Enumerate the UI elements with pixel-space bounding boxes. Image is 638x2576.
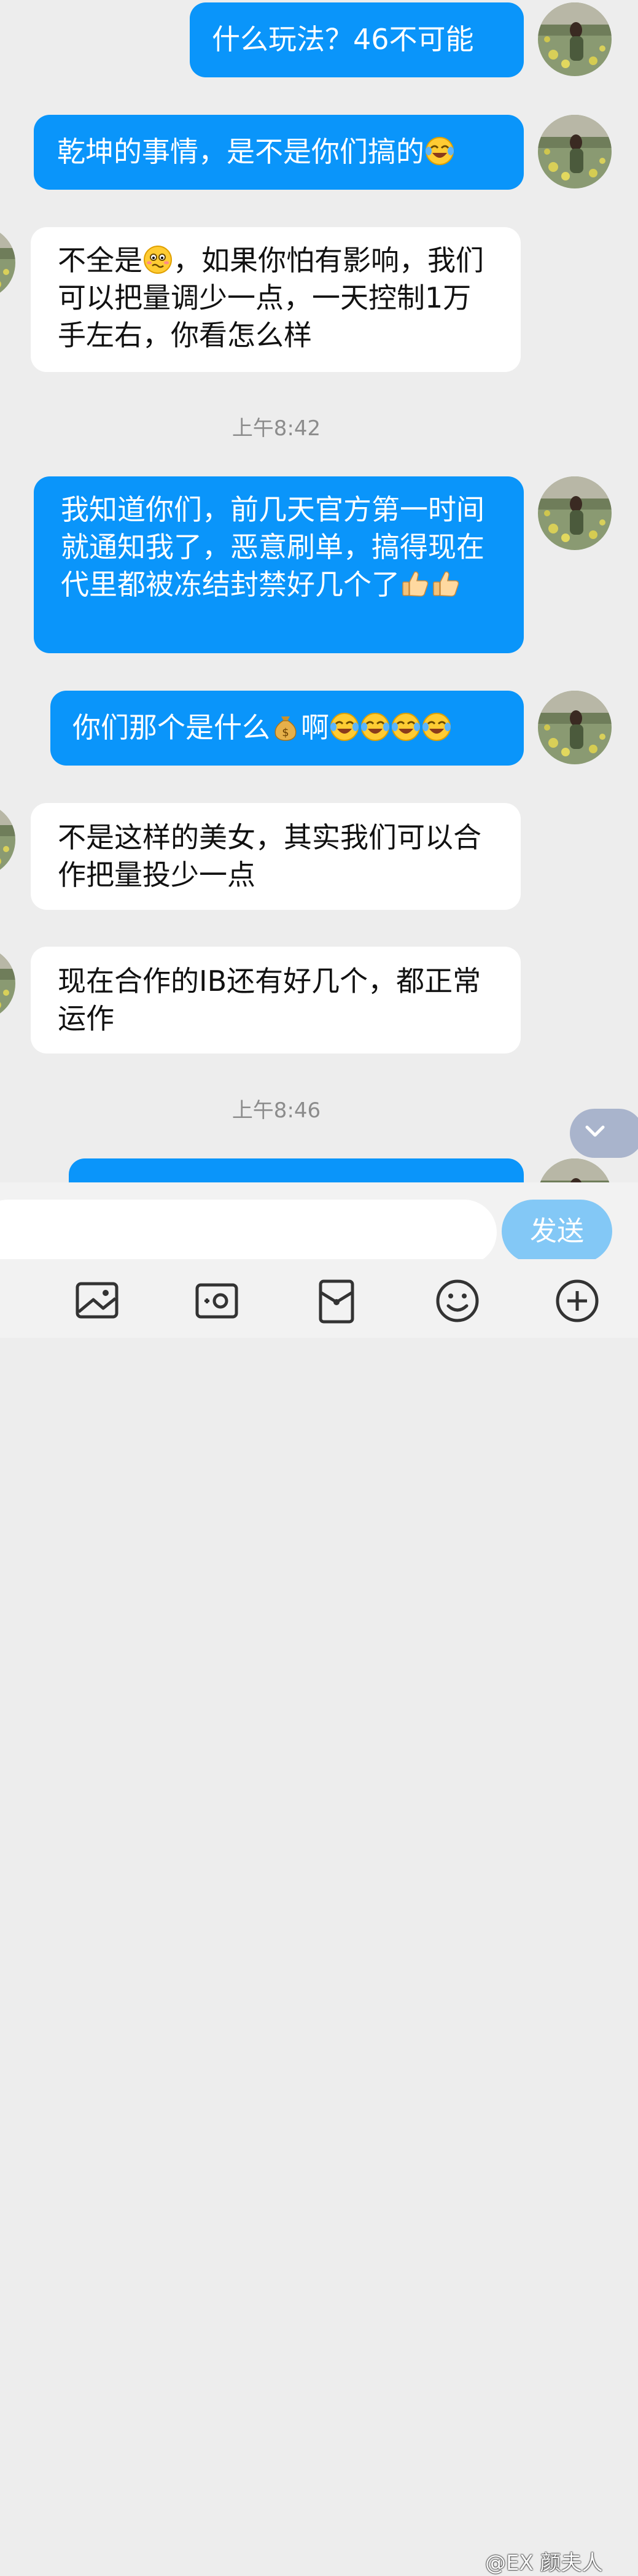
more-button[interactable] xyxy=(553,1276,602,1325)
red-packet-icon xyxy=(319,1279,354,1324)
message-input[interactable] xyxy=(0,1200,497,1265)
chat-area[interactable]: 什么玩法？46不可能 乾坤的事情，是不是你们搞的 不全是 ，如果你怕有影响，我们可… xyxy=(0,0,638,1182)
more-icon xyxy=(556,1279,599,1322)
awkward-emoji-icon xyxy=(142,244,173,275)
laugh-cry-emoji-icon xyxy=(391,712,421,742)
message-text: 不全是 xyxy=(58,244,142,277)
user-avatar[interactable] xyxy=(538,2,612,76)
send-button[interactable]: 发送 xyxy=(502,1200,612,1263)
camera-icon xyxy=(195,1283,238,1319)
image-icon xyxy=(76,1282,119,1319)
user-avatar[interactable] xyxy=(538,691,612,764)
laugh-cry-emoji-icon xyxy=(421,712,452,742)
message-bubble-outgoing[interactable]: 乾坤的事情，是不是你们搞的 xyxy=(34,115,524,190)
user-avatar[interactable] xyxy=(538,476,612,550)
chevron-down-icon xyxy=(585,1125,605,1137)
message-text: 乾坤的事情，是不是你们搞的 xyxy=(57,135,424,168)
toolbar: @EX 颜夫人 xyxy=(0,1259,638,2575)
message-bubble-outgoing[interactable]: 我知道你们，前几天官方第一时间就通知我了，恶意刷单，搞得现在代里都被冻结封禁好几… xyxy=(34,476,524,653)
message-text: 什么玩法？46不可能 xyxy=(212,23,474,56)
laugh-cry-emoji-icon xyxy=(360,712,391,742)
user-avatar[interactable] xyxy=(538,115,612,188)
laugh-cry-emoji-icon xyxy=(424,136,455,166)
red-packet-button[interactable] xyxy=(312,1276,361,1325)
timestamp: 上午8:46 xyxy=(231,1098,321,1123)
laugh-cry-emoji-icon xyxy=(329,712,360,742)
contact-avatar[interactable] xyxy=(0,226,15,300)
message-text: 你们那个是什么 xyxy=(72,711,270,744)
message-bubble-outgoing[interactable]: 什么玩法？46不可能 xyxy=(190,2,524,77)
message-text: 不是这样的美女，其实我们可以合作把量投少一点 xyxy=(58,821,481,891)
emoji-button[interactable] xyxy=(433,1276,482,1325)
camera-button[interactable] xyxy=(192,1276,241,1325)
user-avatar[interactable] xyxy=(538,1158,612,1182)
thumbs-up-emoji-icon xyxy=(430,568,461,599)
emoji-icon xyxy=(436,1279,479,1322)
money-bag-emoji-icon xyxy=(270,712,301,742)
contact-avatar[interactable] xyxy=(0,947,15,1020)
contact-avatar[interactable] xyxy=(0,803,15,877)
timestamp: 上午8:42 xyxy=(231,416,321,441)
scroll-to-bottom-button[interactable] xyxy=(570,1109,638,1158)
message-text: 现在合作的IB还有好几个，都正常运作 xyxy=(58,964,481,1035)
watermark: @EX 颜夫人 xyxy=(485,2551,603,2575)
message-text: 啊 xyxy=(301,711,329,744)
message-bubble-incoming[interactable]: 现在合作的IB还有好几个，都正常运作 xyxy=(31,947,521,1053)
input-bar: 发送 xyxy=(0,1182,638,1265)
thumbs-up-emoji-icon xyxy=(400,568,430,599)
message-bubble-incoming[interactable]: 不全是 ，如果你怕有影响，我们可以把量调少一点，一天控制1万手左右，你看怎么样 xyxy=(31,227,521,372)
image-button[interactable] xyxy=(72,1276,122,1325)
message-bubble-outgoing[interactable]: 你们那个是什么啊 xyxy=(50,691,524,766)
message-bubble-incoming[interactable]: 不是这样的美女，其实我们可以合作把量投少一点 xyxy=(31,803,521,910)
message-bubble-outgoing[interactable] xyxy=(69,1158,524,1182)
